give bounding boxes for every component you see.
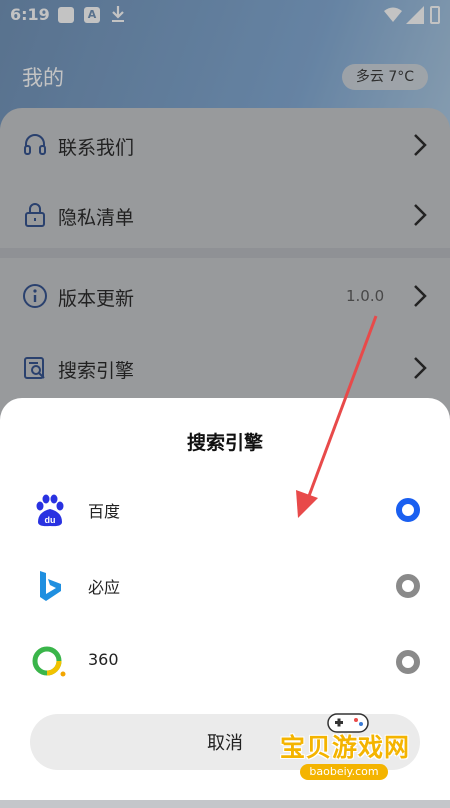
option-bing[interactable]: 必应 xyxy=(0,556,450,616)
option-label: 必应 xyxy=(88,578,121,597)
bing-logo xyxy=(40,571,61,601)
sheet-title: 搜索引擎 xyxy=(186,432,263,454)
radio-selected-icon[interactable] xyxy=(396,498,420,522)
360-logo xyxy=(32,646,66,677)
radio-unselected-icon[interactable] xyxy=(396,574,420,598)
option-360[interactable]: 360 xyxy=(0,632,450,692)
option-baidu[interactable]: du 百度 xyxy=(0,480,450,540)
watermark-text: 宝贝游戏网 xyxy=(280,733,411,762)
radio-unselected-icon[interactable] xyxy=(396,650,420,674)
option-label: 360 xyxy=(88,650,119,669)
watermark-url: baobeiy.com xyxy=(300,764,388,780)
svg-text:du: du xyxy=(45,515,56,525)
option-label: 百度 xyxy=(88,502,121,521)
baidu-logo: du xyxy=(36,494,64,527)
watermark: 宝贝游戏网 baobeiy.com xyxy=(268,706,428,796)
